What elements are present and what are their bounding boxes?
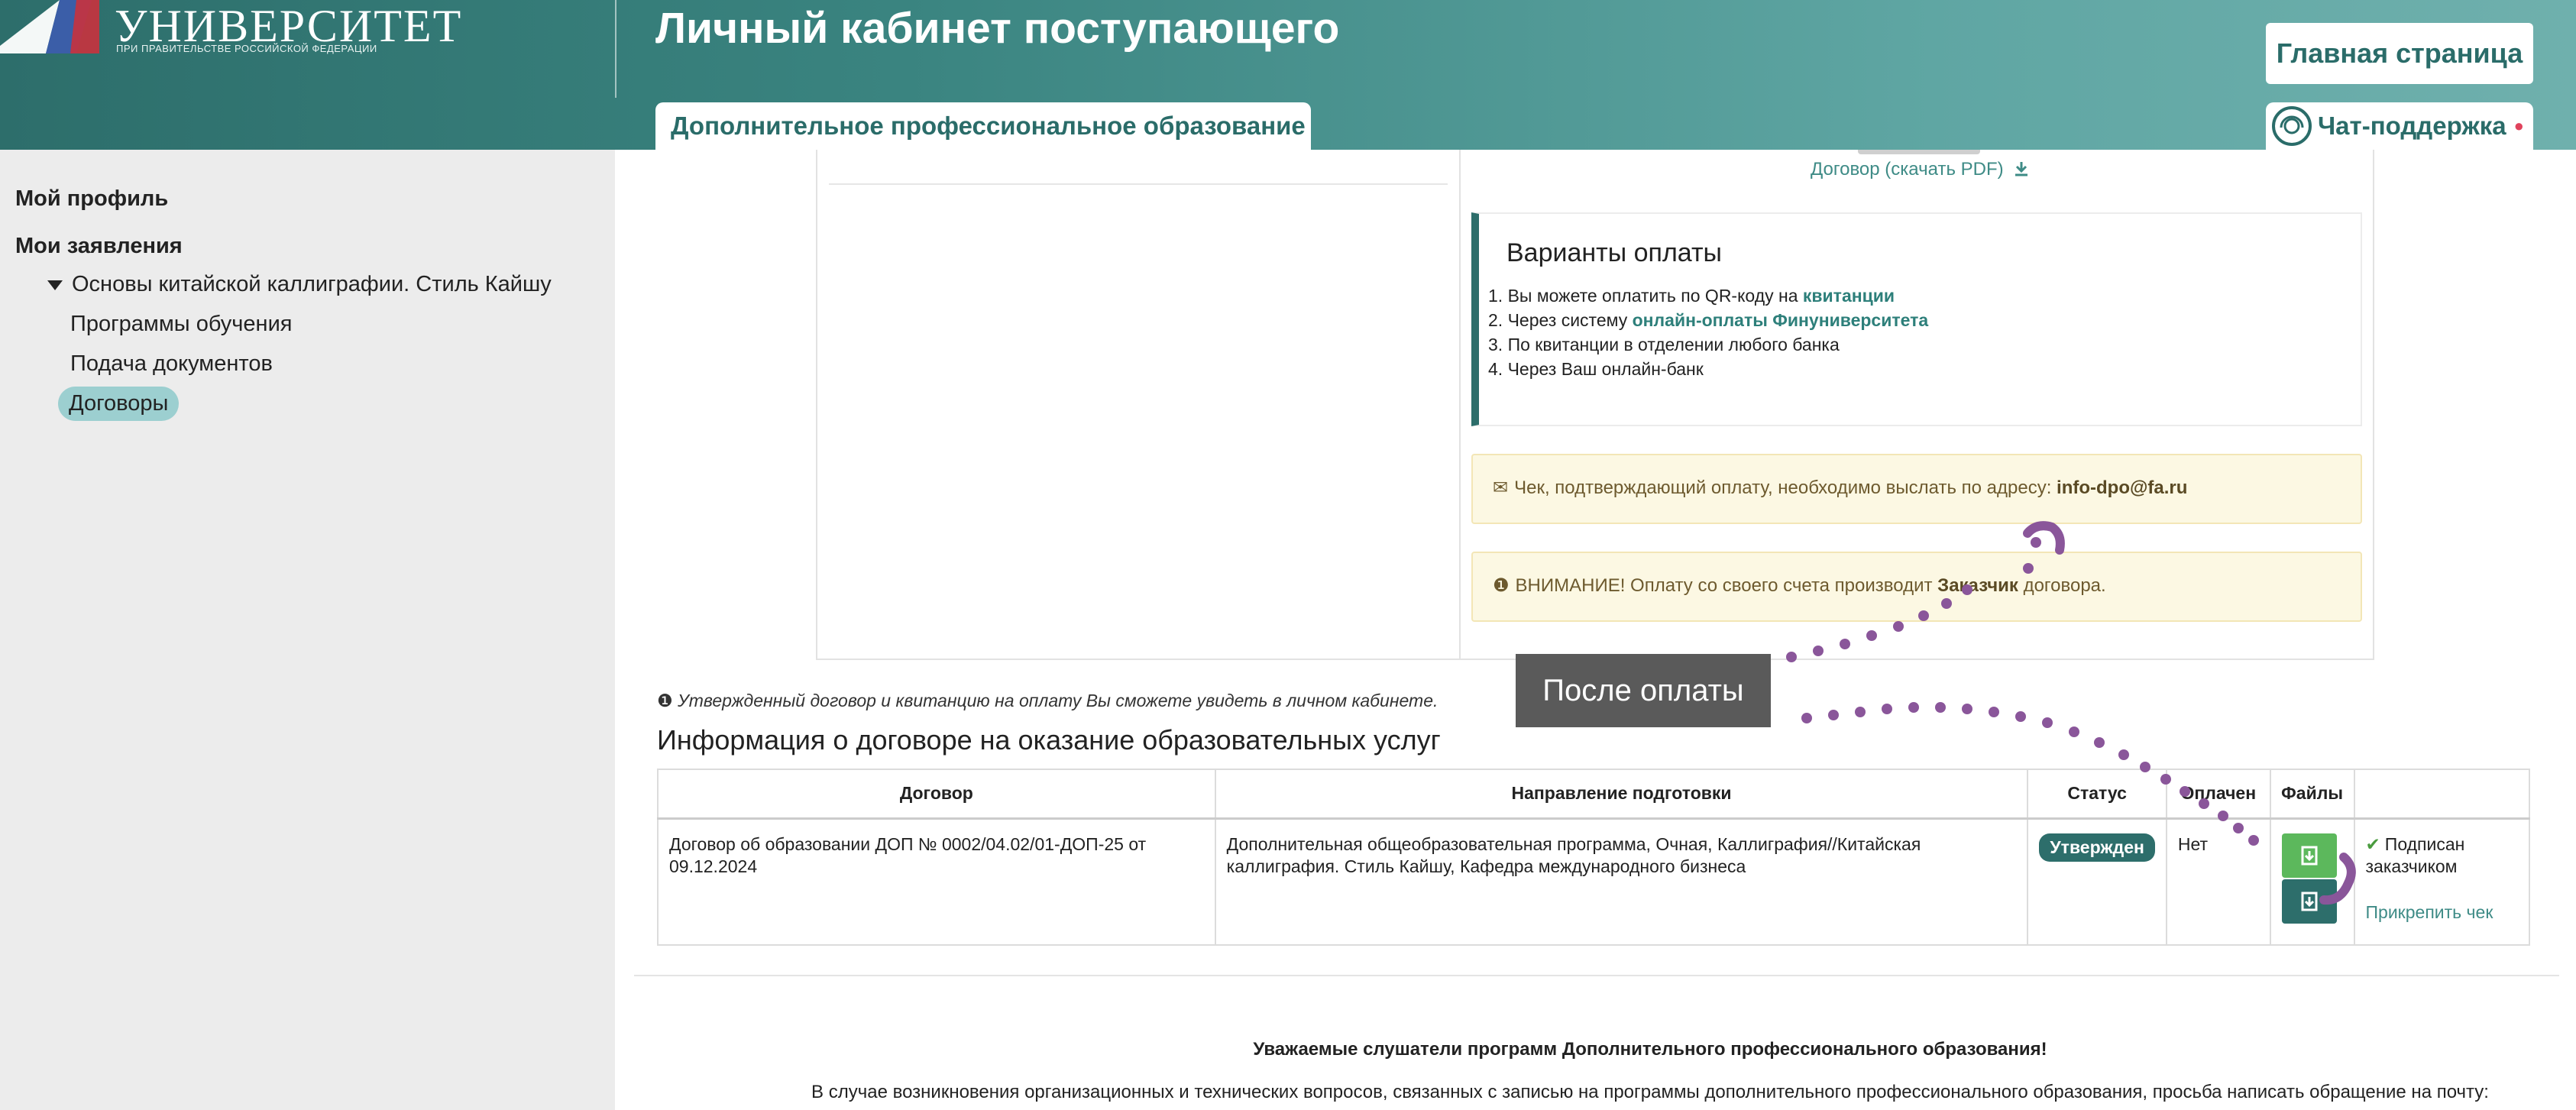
pdf-tab bbox=[1858, 150, 1980, 154]
download-icon bbox=[2015, 162, 2028, 176]
table-row: Договор об образовании ДОП № 0002/04.02/… bbox=[657, 817, 2531, 946]
footer-text: В случае возникновения организационных и… bbox=[811, 1082, 2489, 1102]
payment-option-2: 2. Через систему онлайн-оплаты Финунивер… bbox=[1488, 310, 1928, 331]
info-note: ❶ Утвержденный договор и квитанцию на оп… bbox=[657, 691, 1438, 711]
tab-dpo[interactable]: Дополнительное профессиональное образова… bbox=[655, 102, 1311, 150]
home-page-button[interactable]: Главная страница bbox=[2266, 23, 2533, 84]
status-badge: Утвержден bbox=[2039, 833, 2155, 862]
contracts-table: Договор Направление подготовки Статус Оп… bbox=[657, 769, 2531, 946]
payment-option-2-text: 2. Через систему bbox=[1488, 310, 1633, 330]
sidebar-program-label: Основы китайской каллиграфии. Стиль Кайш… bbox=[72, 272, 552, 296]
info-icon: ❶ bbox=[657, 691, 678, 710]
attention-alert-bold: Заказчик bbox=[1937, 575, 2018, 596]
logo-mark-icon bbox=[0, 0, 99, 53]
header-direction: Направление подготовки bbox=[1214, 769, 2029, 820]
download-pdf-label: Договор (скачать PDF) bbox=[1811, 159, 2004, 180]
cell-actions: ✔ Подписан заказчиком Прикрепить чек bbox=[2353, 817, 2531, 946]
download-contract-button[interactable] bbox=[2281, 833, 2337, 878]
cell-status: Утвержден bbox=[2027, 817, 2167, 946]
footer-title: Уважаемые слушатели программ Дополнитель… bbox=[1253, 1039, 2047, 1060]
receipt-alert: ✉ Чек, подтверждающий оплату, необходимо … bbox=[1471, 454, 2362, 524]
download-pdf-link[interactable]: Договор (скачать PDF) bbox=[1811, 159, 2030, 180]
payment-title: Варианты оплаты bbox=[1506, 238, 1722, 267]
info-note-text: Утвержденный договор и квитанцию на опла… bbox=[678, 691, 1438, 710]
payment-option-4: 4. Через Ваш онлайн-банк bbox=[1488, 359, 1704, 379]
attention-alert-suffix: договора. bbox=[2018, 575, 2106, 596]
file-download-icon bbox=[2301, 892, 2318, 911]
chat-support-button[interactable]: Чат-поддержка ● bbox=[2266, 102, 2533, 150]
download-receipt-button[interactable] bbox=[2281, 879, 2337, 924]
notification-dot-icon: ● bbox=[2513, 116, 2524, 135]
receipt-email[interactable]: info-dpo@fa.ru bbox=[2057, 477, 2187, 498]
sidebar-item-programs[interactable]: Программы обучения bbox=[70, 312, 292, 337]
check-icon: ✔ bbox=[2365, 833, 2380, 854]
receipt-alert-text: Чек, подтверждающий оплату, необходимо в… bbox=[1514, 477, 2057, 498]
payment-option-1-text: 1. Вы можете оплатить по QR-коду на bbox=[1488, 286, 1803, 306]
sidebar-item-documents[interactable]: Подача документов bbox=[70, 351, 273, 377]
sidebar-item-profile[interactable]: Мой профиль bbox=[15, 186, 168, 212]
cell-files bbox=[2269, 817, 2355, 946]
header-divider bbox=[615, 0, 616, 98]
sidebar: Мой профиль Мои заявления Основы китайск… bbox=[0, 150, 615, 1110]
card-divider bbox=[1459, 150, 1461, 660]
header-paid: Оплачен bbox=[2165, 769, 2271, 820]
attach-receipt-link[interactable]: Прикрепить чек bbox=[2366, 901, 2518, 924]
attention-alert: ❶ ВНИМАНИЕ! Оплату со своего счета произв… bbox=[1471, 552, 2362, 622]
page-title: Личный кабинет поступающего bbox=[655, 4, 1340, 53]
payment-option-3: 3. По квитанции в отделении любого банка bbox=[1488, 335, 1840, 354]
table-header-row: Договор Направление подготовки Статус Оп… bbox=[657, 769, 2531, 820]
file-download-icon bbox=[2301, 846, 2318, 865]
receipt-link[interactable]: квитанции bbox=[1803, 286, 1895, 306]
sidebar-item-applications[interactable]: Мои заявления bbox=[15, 234, 183, 259]
attention-alert-text: ВНИМАНИЕ! Оплату со своего счета произво… bbox=[1515, 575, 1938, 596]
header-actions bbox=[2353, 769, 2531, 820]
envelope-icon: ✉ bbox=[1493, 477, 1509, 498]
online-payment-link[interactable]: онлайн-оплаты Финуниверситета bbox=[1633, 310, 1929, 330]
footer-divider bbox=[634, 975, 2559, 976]
annotation-label: После оплаты bbox=[1516, 654, 1771, 727]
cell-paid: Нет bbox=[2165, 817, 2271, 946]
payment-option-1: 1. Вы можете оплатить по QR-коду на квит… bbox=[1488, 286, 1895, 306]
logo-subtitle: ПРИ ПРАВИТЕЛЬСТВЕ РОССИЙСКОЙ ФЕДЕРАЦИИ bbox=[116, 43, 377, 54]
header-files: Файлы bbox=[2269, 769, 2355, 820]
chat-support-label: Чат-поддержка bbox=[2318, 112, 2506, 140]
caret-down-icon bbox=[47, 280, 63, 290]
sidebar-item-contracts[interactable]: Договоры bbox=[58, 387, 180, 421]
header-contract: Договор bbox=[657, 769, 1216, 820]
chat-support-icon bbox=[2272, 106, 2312, 146]
info-circle-icon: ❶ bbox=[1493, 575, 1510, 596]
cell-direction: Дополнительная общеобразовательная прогр… bbox=[1214, 817, 2029, 946]
sidebar-item-program[interactable]: Основы китайской каллиграфии. Стиль Кайш… bbox=[47, 272, 552, 297]
header-status: Статус bbox=[2027, 769, 2167, 820]
card-left-divider bbox=[829, 183, 1448, 185]
cell-contract: Договор об образовании ДОП № 0002/04.02/… bbox=[657, 817, 1216, 946]
header: УНИВЕРСИТЕТ ПРИ ПРАВИТЕЛЬСТВЕ РОССИЙСКОЙ… bbox=[0, 0, 2576, 150]
section-title: Информация о договоре на оказание образо… bbox=[657, 724, 1441, 756]
